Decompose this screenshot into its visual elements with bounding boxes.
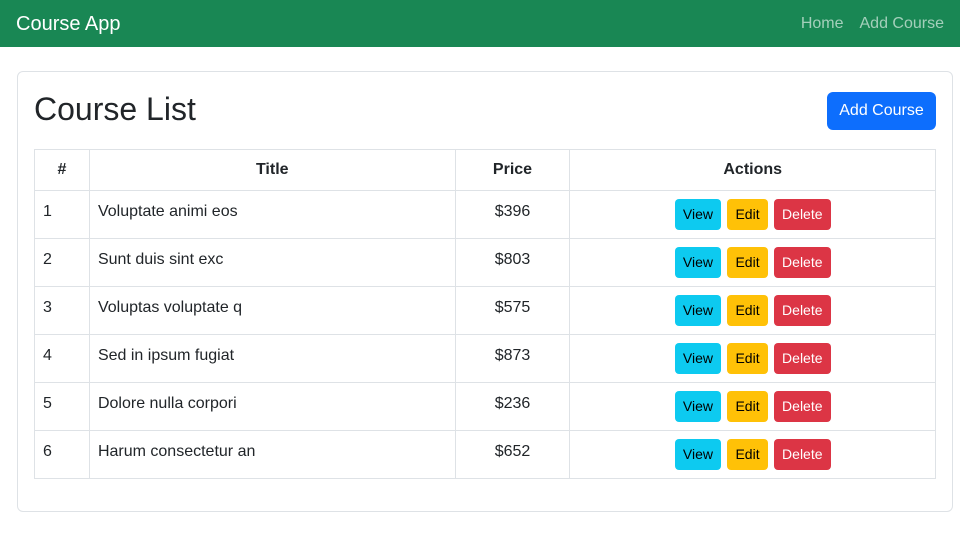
- table-row: 2 Sunt duis sint exc $803 View Edit Dele…: [34, 238, 936, 287]
- edit-button[interactable]: Edit: [727, 439, 768, 470]
- course-title: Voluptate animi eos: [88, 190, 456, 239]
- edit-button[interactable]: Edit: [727, 343, 768, 374]
- nav-link-home[interactable]: Home: [801, 15, 844, 33]
- row-actions: View Edit Delete: [569, 430, 936, 479]
- row-number: 4: [34, 334, 90, 383]
- course-title: Sed in ipsum fugiat: [88, 334, 456, 383]
- column-header-actions: Actions: [569, 149, 936, 191]
- table-row: 4 Sed in ipsum fugiat $873 View Edit Del…: [34, 334, 936, 383]
- course-title: Harum consectetur an: [88, 430, 456, 479]
- course-title: Sunt duis sint exc: [88, 238, 456, 287]
- course-price: $873: [454, 334, 571, 383]
- course-price: $396: [454, 190, 571, 239]
- row-number: 6: [34, 430, 90, 479]
- delete-button[interactable]: Delete: [774, 439, 831, 470]
- view-button[interactable]: View: [674, 439, 722, 470]
- table-row: 5 Dolore nulla corpori $236 View Edit De…: [34, 382, 936, 431]
- row-actions: View Edit Delete: [569, 286, 936, 335]
- row-actions: View Edit Delete: [569, 238, 936, 287]
- row-actions: View Edit Delete: [569, 382, 936, 431]
- column-header-title: Title: [88, 149, 456, 191]
- course-list-card: Course List Add Course # Title Price Act…: [17, 71, 953, 512]
- column-header-price: Price: [454, 149, 571, 191]
- edit-button[interactable]: Edit: [727, 391, 768, 422]
- edit-button[interactable]: Edit: [727, 295, 768, 326]
- row-actions: View Edit Delete: [569, 190, 936, 239]
- brand-link[interactable]: Course App: [16, 14, 121, 34]
- navbar: Course App Home Add Course: [0, 0, 960, 47]
- delete-button[interactable]: Delete: [774, 247, 831, 278]
- course-price: $803: [454, 238, 571, 287]
- course-price: $236: [454, 382, 571, 431]
- nav-links: Home Add Course: [801, 15, 944, 33]
- delete-button[interactable]: Delete: [774, 343, 831, 374]
- course-title: Dolore nulla corpori: [88, 382, 456, 431]
- course-title: Voluptas voluptate q: [88, 286, 456, 335]
- view-button[interactable]: View: [674, 343, 722, 374]
- delete-button[interactable]: Delete: [774, 199, 831, 230]
- view-button[interactable]: View: [674, 295, 722, 326]
- table-row: 6 Harum consectetur an $652 View Edit De…: [34, 430, 936, 479]
- row-number: 3: [34, 286, 90, 335]
- view-button[interactable]: View: [674, 199, 722, 230]
- course-price: $652: [454, 430, 571, 479]
- delete-button[interactable]: Delete: [774, 391, 831, 422]
- view-button[interactable]: View: [674, 247, 722, 278]
- course-table: # Title Price Actions 1 Voluptate animi …: [34, 149, 936, 479]
- row-number: 5: [34, 382, 90, 431]
- edit-button[interactable]: Edit: [727, 247, 768, 278]
- table-row: 1 Voluptate animi eos $396 View Edit Del…: [34, 190, 936, 239]
- edit-button[interactable]: Edit: [727, 199, 768, 230]
- row-number: 1: [34, 190, 90, 239]
- row-number: 2: [34, 238, 90, 287]
- nav-link-add-course[interactable]: Add Course: [860, 15, 945, 33]
- table-header-row: # Title Price Actions: [34, 149, 936, 191]
- add-course-button[interactable]: Add Course: [827, 92, 936, 130]
- column-header-number: #: [34, 149, 90, 191]
- course-price: $575: [454, 286, 571, 335]
- table-row: 3 Voluptas voluptate q $575 View Edit De…: [34, 286, 936, 335]
- delete-button[interactable]: Delete: [774, 295, 831, 326]
- view-button[interactable]: View: [674, 391, 722, 422]
- page-title: Course List: [34, 91, 196, 127]
- row-actions: View Edit Delete: [569, 334, 936, 383]
